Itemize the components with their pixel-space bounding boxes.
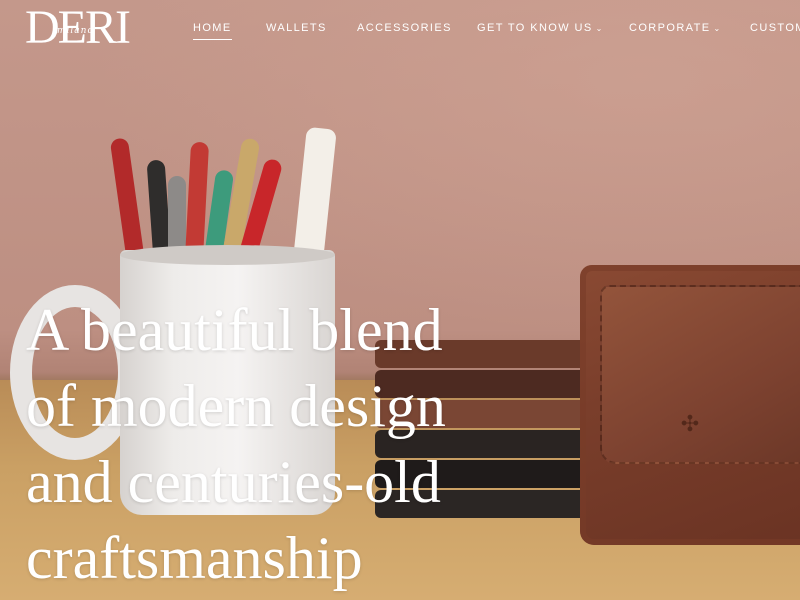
top-nav: DERI milano HOME WALLETS ACCESSORIES GET… [0,0,800,56]
chevron-down-icon: ⌄ [713,24,722,33]
hero-headline: A beautiful blend of modern design and c… [26,292,546,596]
nav-get-to-know-us[interactable]: GET TO KNOW US ⌄ [477,21,604,39]
logo-subtitle: milano [57,26,94,36]
headline-line: craftsmanship [26,525,363,591]
nav-get-to-know-us-label: GET TO KNOW US [477,22,593,34]
nav-corporate[interactable]: CORPORATE ⌄ [629,21,722,39]
nav-custom-label: CUSTOM [750,22,800,34]
headline-line: and centuries-old [26,449,441,515]
nav-wallets-label: WALLETS [266,22,327,34]
nav-corporate-label: CORPORATE [629,22,711,34]
headline-line: A beautiful blend [26,297,443,363]
headline-line: of modern design [26,373,446,439]
nav-accessories-label: ACCESSORIES [357,22,452,34]
nav-home[interactable]: HOME [193,21,232,40]
chevron-down-icon: ⌄ [595,24,604,33]
brand-logo[interactable]: DERI milano [25,2,135,54]
nav-accessories[interactable]: ACCESSORIES [357,21,452,39]
nav-home-label: HOME [193,22,232,34]
mug-rim [120,245,335,265]
emboss-logo-icon: ✣ [680,411,700,436]
nav-custom[interactable]: CUSTOM [750,21,800,39]
nav-wallets[interactable]: WALLETS [266,21,327,39]
